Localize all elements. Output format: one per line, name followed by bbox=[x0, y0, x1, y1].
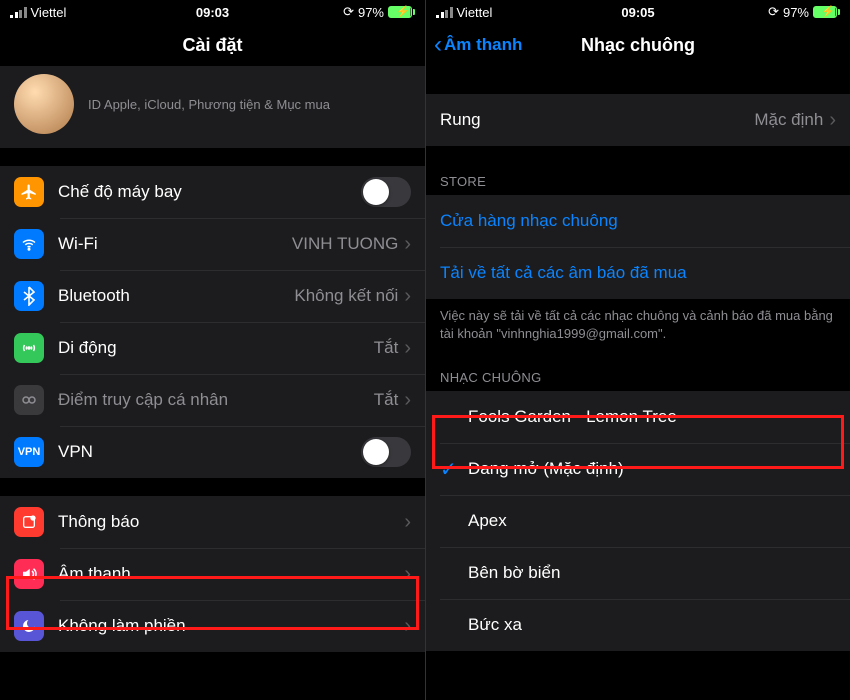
row-bluetooth[interactable]: Bluetooth Không kết nối › bbox=[0, 270, 425, 322]
wifi-icon bbox=[14, 229, 44, 259]
row-sounds[interactable]: Âm thanh › bbox=[0, 548, 425, 600]
row-label-link: Tải về tất cả các âm báo đã mua bbox=[440, 263, 836, 283]
row-tone-store[interactable]: Cửa hàng nhạc chuông bbox=[426, 195, 850, 247]
chevron-right-icon: › bbox=[404, 389, 411, 412]
vpn-toggle[interactable] bbox=[361, 437, 411, 467]
row-ringtone-item[interactable]: Bức xa bbox=[426, 599, 850, 651]
cellular-icon bbox=[14, 333, 44, 363]
row-ringtone-custom[interactable]: Fools Garden - Lemon Tree bbox=[426, 391, 850, 443]
battery-percent-label: 97% bbox=[783, 5, 809, 20]
status-bar: Viettel 09:03 ⟳ 97% ⚡ bbox=[0, 0, 425, 24]
chevron-right-icon: › bbox=[404, 285, 411, 308]
chevron-right-icon: › bbox=[404, 563, 411, 586]
chevron-right-icon: › bbox=[404, 511, 411, 534]
section-header-store: STORE bbox=[426, 146, 850, 195]
row-label-link: Cửa hàng nhạc chuông bbox=[440, 211, 836, 231]
row-download-purchased[interactable]: Tải về tất cả các âm báo đã mua bbox=[426, 247, 850, 299]
apple-id-row[interactable]: ID Apple, iCloud, Phương tiện & Mục mua bbox=[0, 66, 425, 148]
vpn-icon: VPN bbox=[14, 437, 44, 467]
battery-percent-label: 97% bbox=[358, 5, 384, 20]
airplane-icon bbox=[14, 177, 44, 207]
row-label: Fools Garden - Lemon Tree bbox=[468, 407, 836, 427]
page-title: Cài đặt bbox=[0, 24, 425, 66]
row-label: Rung bbox=[440, 110, 754, 130]
row-label: VPN bbox=[58, 442, 361, 462]
row-value: VINH TUONG bbox=[292, 234, 398, 254]
orientation-lock-icon: ⟳ bbox=[343, 4, 354, 20]
page-title: Nhạc chuông bbox=[581, 35, 695, 56]
row-vibration[interactable]: Rung Mặc định › bbox=[426, 94, 850, 146]
row-value: Mặc định bbox=[754, 110, 823, 130]
row-cellular[interactable]: Di động Tắt › bbox=[0, 322, 425, 374]
signal-icon bbox=[436, 7, 453, 18]
avatar bbox=[14, 74, 74, 134]
screenshot-right: Viettel 09:05 ⟳ 97% ⚡ ‹ Âm thanh Nhạc ch… bbox=[425, 0, 850, 700]
chevron-left-icon: ‹ bbox=[434, 31, 442, 59]
chevron-right-icon: › bbox=[404, 233, 411, 256]
clock-label: 09:05 bbox=[621, 5, 654, 20]
chevron-right-icon: › bbox=[829, 109, 836, 132]
row-value: Không kết nối bbox=[294, 286, 398, 306]
clock-label: 09:03 bbox=[196, 5, 229, 20]
battery-icon: ⚡ bbox=[388, 6, 415, 18]
chevron-right-icon: › bbox=[404, 615, 411, 638]
bluetooth-icon bbox=[14, 281, 44, 311]
moon-icon bbox=[14, 611, 44, 641]
row-vpn[interactable]: VPN VPN bbox=[0, 426, 425, 478]
back-button[interactable]: ‹ Âm thanh bbox=[434, 24, 522, 66]
row-label: Chế độ máy bay bbox=[58, 182, 361, 202]
row-notifications[interactable]: Thông báo › bbox=[0, 496, 425, 548]
orientation-lock-icon: ⟳ bbox=[768, 4, 779, 20]
row-label: Bluetooth bbox=[58, 286, 294, 306]
hotspot-icon bbox=[14, 385, 44, 415]
row-do-not-disturb[interactable]: Không làm phiền › bbox=[0, 600, 425, 652]
row-label: Wi-Fi bbox=[58, 234, 292, 254]
row-label: Điểm truy cập cá nhân bbox=[58, 390, 374, 410]
row-value: Tắt bbox=[374, 390, 399, 410]
section-footer-store: Việc này sẽ tải về tất cả các nhạc chuôn… bbox=[426, 299, 850, 342]
row-label: Đang mở (Mặc định) bbox=[468, 459, 836, 479]
row-label: Apex bbox=[468, 511, 836, 531]
section-header-ringtone: NHẠC CHUÔNG bbox=[426, 342, 850, 391]
screenshot-left: Viettel 09:03 ⟳ 97% ⚡ Cài đặt ID Apple, … bbox=[0, 0, 425, 700]
row-value: Tắt bbox=[374, 338, 399, 358]
row-label: Bên bờ biển bbox=[468, 563, 836, 583]
airplane-toggle[interactable] bbox=[361, 177, 411, 207]
row-label: Thông báo bbox=[58, 512, 404, 532]
row-wifi[interactable]: Wi-Fi VINH TUONG › bbox=[0, 218, 425, 270]
chevron-right-icon: › bbox=[404, 337, 411, 360]
notifications-icon bbox=[14, 507, 44, 537]
row-ringtone-item[interactable]: Bên bờ biển bbox=[426, 547, 850, 599]
signal-icon bbox=[10, 7, 27, 18]
carrier-label: Viettel bbox=[457, 5, 493, 20]
row-ringtone-item[interactable]: Apex bbox=[426, 495, 850, 547]
row-airplane-mode[interactable]: Chế độ máy bay bbox=[0, 166, 425, 218]
apple-id-subtitle: ID Apple, iCloud, Phương tiện & Mục mua bbox=[88, 97, 411, 112]
battery-icon: ⚡ bbox=[813, 6, 840, 18]
status-bar: Viettel 09:05 ⟳ 97% ⚡ bbox=[426, 0, 850, 24]
checkmark-icon: ✓ bbox=[440, 457, 468, 482]
row-hotspot[interactable]: Điểm truy cập cá nhân Tắt › bbox=[0, 374, 425, 426]
carrier-label: Viettel bbox=[31, 5, 67, 20]
row-label: Bức xa bbox=[468, 615, 836, 635]
row-label: Di động bbox=[58, 338, 374, 358]
back-label: Âm thanh bbox=[444, 35, 522, 55]
row-label: Không làm phiền bbox=[58, 616, 404, 636]
row-label: Âm thanh bbox=[58, 564, 404, 584]
row-ringtone-default[interactable]: ✓ Đang mở (Mặc định) bbox=[426, 443, 850, 495]
sounds-icon bbox=[14, 559, 44, 589]
